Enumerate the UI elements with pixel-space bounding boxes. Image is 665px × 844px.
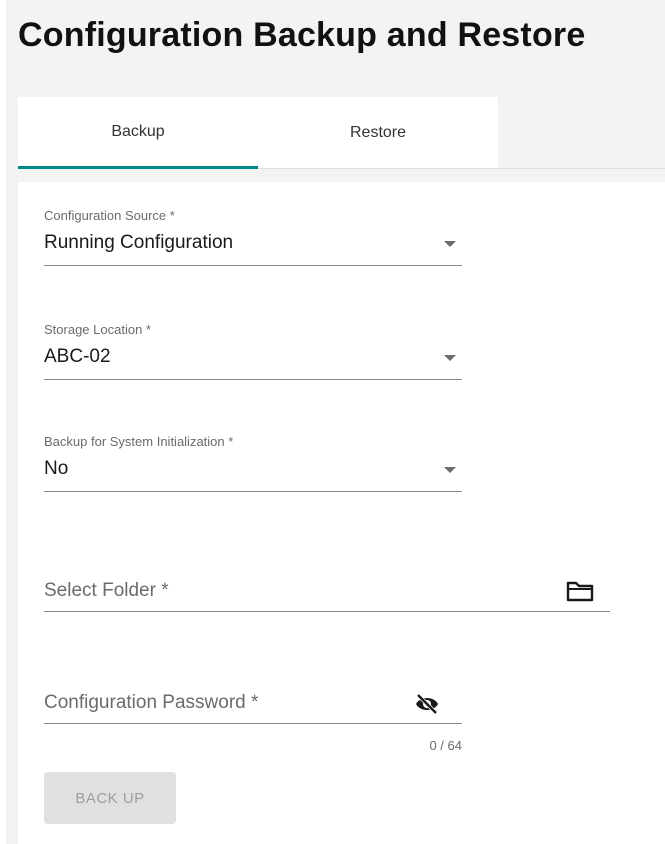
configuration-source-select[interactable]: Configuration Source * Running Configura… [44,208,462,266]
eye-off-icon[interactable] [414,692,440,721]
password-character-counter: 0 / 64 [429,738,462,753]
page: Configuration Backup and Restore Backup … [0,0,665,844]
back-up-button[interactable]: BACK UP [44,772,176,824]
system-initialization-value: No [44,458,69,479]
tab-bar: Backup Restore [18,97,665,169]
left-edge-strip [0,0,6,844]
system-initialization-select[interactable]: Backup for System Initialization * No [44,434,462,492]
select-folder-placeholder: Select Folder * [44,580,169,601]
tab-restore[interactable]: Restore [258,97,498,169]
system-initialization-label: Backup for System Initialization * [44,434,234,449]
tab-bar-filler [498,97,665,169]
select-folder-field[interactable]: Select Folder * [44,572,610,612]
dropdown-arrow-icon [444,467,456,473]
dropdown-arrow-icon [444,241,456,247]
dropdown-arrow-icon [444,355,456,361]
page-title: Configuration Backup and Restore [18,16,586,54]
tab-backup[interactable]: Backup [18,97,258,169]
configuration-password-placeholder: Configuration Password * [44,692,259,713]
storage-location-select[interactable]: Storage Location * ABC-02 [44,322,462,380]
backup-panel: Configuration Source * Running Configura… [18,182,665,844]
folder-icon[interactable] [566,580,594,607]
storage-location-value: ABC-02 [44,346,111,367]
configuration-password-field[interactable]: Configuration Password * [44,684,462,724]
configuration-source-value: Running Configuration [44,232,234,253]
configuration-source-label: Configuration Source * [44,208,175,223]
storage-location-label: Storage Location * [44,322,151,337]
